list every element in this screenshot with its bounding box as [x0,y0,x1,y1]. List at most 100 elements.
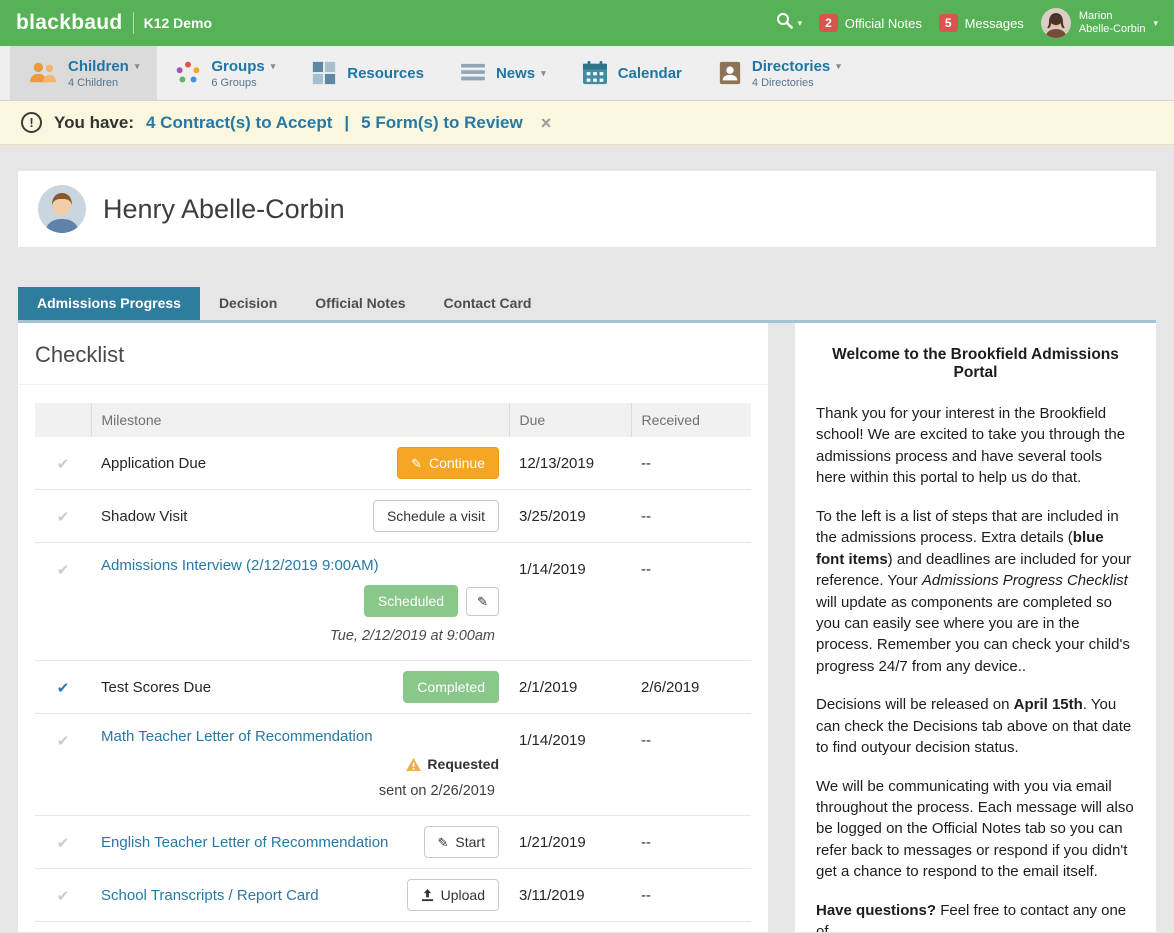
calendar-icon [582,61,608,85]
nav-item-news[interactable]: News▾ [442,46,564,100]
check-icon: ✔ [35,543,91,661]
english-letter-link[interactable]: English Teacher Letter of Recommendation [101,834,388,851]
tab-bar: Admissions Progress Decision Official No… [18,287,1156,323]
check-icon: ✔ [35,869,91,922]
topbar-actions: ▾ 2 Official Notes 5 Messages Marion Abe… [776,8,1158,38]
exclamation-circle-icon: ! [21,112,42,133]
checklist-panel: Checklist Milestone Due Received [18,323,768,932]
table-header-row: Milestone Due Received [35,403,751,437]
edit-icon: ✎ [438,836,449,849]
due-date: 1/14/2019 [509,714,631,816]
student-profile-header: Henry Abelle-Corbin [18,171,1156,247]
received-date: -- [631,714,751,816]
schedule-visit-button[interactable]: Schedule a visit [373,500,499,532]
checklist-row-test-scores: ✔ Test Scores Due Completed 2/1/2019 2/6… [35,661,751,714]
received-date: -- [631,543,751,661]
checklist-row-application: ✔ Application Due ✎Continue 12/13/2019 -… [35,437,751,490]
tab-contact-card[interactable]: Contact Card [425,287,551,320]
official-notes-label: Official Notes [845,16,922,31]
nav-item-calendar[interactable]: Calendar [564,46,700,100]
brand-divider [133,12,134,34]
check-icon: ✔ [35,816,91,869]
due-date: 3/11/2019 [509,869,631,922]
checklist-row-transcripts: ✔ School Transcripts / Report Card Uploa… [35,869,751,922]
children-icon [28,60,58,86]
forms-to-review-link[interactable]: 5 Form(s) to Review [361,113,523,133]
received-date: -- [631,816,751,869]
edit-icon: ✎ [411,457,422,470]
admissions-interview-link[interactable]: Admissions Interview (2/12/2019 9:00AM) [101,557,499,574]
checklist-row-shadow-visit: ✔ Shadow Visit Schedule a visit 3/25/201… [35,490,751,543]
messages-badge: 5 [939,14,958,32]
welcome-title: Welcome to the Brookfield Admissions Por… [816,346,1135,382]
caret-down-icon: ▾ [798,18,803,29]
tab-admissions-progress[interactable]: Admissions Progress [18,287,200,320]
transcripts-link[interactable]: School Transcripts / Report Card [101,887,319,904]
welcome-paragraph: Have questions? Feel free to contact any… [816,900,1135,932]
blackbaud-logo: blackbaud [16,11,123,35]
received-date: 2/6/2019 [631,661,751,714]
nav-item-resources[interactable]: Resources [293,46,442,100]
notification-bar: ! You have: 4 Contract(s) to Accept | 5 … [0,101,1174,145]
received-date: -- [631,490,751,543]
tab-official-notes[interactable]: Official Notes [296,287,424,320]
welcome-paragraph: To the left is a list of steps that are … [816,506,1135,678]
checklist-title: Checklist [18,323,768,385]
due-date: 1/21/2019 [509,816,631,869]
nav-item-children[interactable]: Children▾ 4 Children [10,46,157,100]
edit-icon: ✎ [477,595,488,608]
welcome-paragraph: Decisions will be released on April 15th… [816,694,1135,758]
edit-interview-button[interactable]: ✎ [466,587,499,616]
close-icon[interactable]: × [541,114,552,132]
received-date: -- [631,869,751,922]
check-icon-completed: ✔ [35,661,91,714]
official-notes-link[interactable]: 2 Official Notes [819,14,922,32]
nav-sub-directories: 4 Directories [752,77,841,89]
check-icon: ✔ [35,922,91,933]
official-notes-badge: 2 [819,14,838,32]
contracts-to-accept-link[interactable]: 4 Contract(s) to Accept [146,113,332,133]
due-date: 2/1/2019 [509,661,631,714]
checklist-row-english-letter: ✔ English Teacher Letter of Recommendati… [35,816,751,869]
upload-icon [421,889,434,902]
news-icon [460,62,486,84]
caret-down-icon: ▾ [541,68,546,79]
nav-sub-children: 4 Children [68,77,139,89]
milestone-label: Shadow Visit [101,508,187,525]
welcome-paragraph: Thank you for your interest in the Brook… [816,403,1135,489]
check-column-header [35,403,91,437]
milestone-label: Test Scores Due [101,679,211,696]
due-date: 4/1/2019 [509,922,631,933]
nav-sub-groups: 6 Groups [211,77,275,89]
continue-button[interactable]: ✎Continue [397,447,499,479]
user-menu[interactable]: Marion Abelle-Corbin ▾ [1041,8,1158,38]
received-column-header: Received [631,403,751,437]
check-icon: ✔ [35,490,91,543]
search-icon [776,12,793,34]
caret-down-icon: ▾ [271,61,276,72]
start-button[interactable]: ✎Start [424,826,499,858]
requested-status: Requested [406,756,499,772]
due-column-header: Due [509,403,631,437]
check-icon: ✔ [35,437,91,490]
received-date: -- [631,922,751,933]
alert-prefix: You have: [54,113,134,133]
milestone-column-header: Milestone [91,403,509,437]
upload-button[interactable]: Upload [407,879,499,911]
messages-label: Messages [965,16,1024,31]
nav-item-directories[interactable]: Directories▾ 4 Directories [700,46,859,100]
messages-link[interactable]: 5 Messages [939,14,1024,32]
caret-down-icon: ▾ [836,61,841,72]
due-date: 3/25/2019 [509,490,631,543]
math-letter-link[interactable]: Math Teacher Letter of Recommendation [101,728,499,745]
milestone-label: Application Due [101,455,206,472]
welcome-paragraph: We will be communicating with you via em… [816,776,1135,883]
sent-date-note: sent on 2/26/2019 [379,783,499,799]
interview-datetime-note: Tue, 2/12/2019 at 9:00am [330,628,499,644]
tab-decision[interactable]: Decision [200,287,296,320]
warning-icon [406,758,421,771]
search-menu[interactable]: ▾ [776,12,803,34]
top-bar: blackbaud K12 Demo ▾ 2 Official Notes 5 … [0,0,1174,46]
app-name: K12 Demo [144,15,212,31]
nav-item-groups[interactable]: Groups▾ 6 Groups [157,46,293,100]
